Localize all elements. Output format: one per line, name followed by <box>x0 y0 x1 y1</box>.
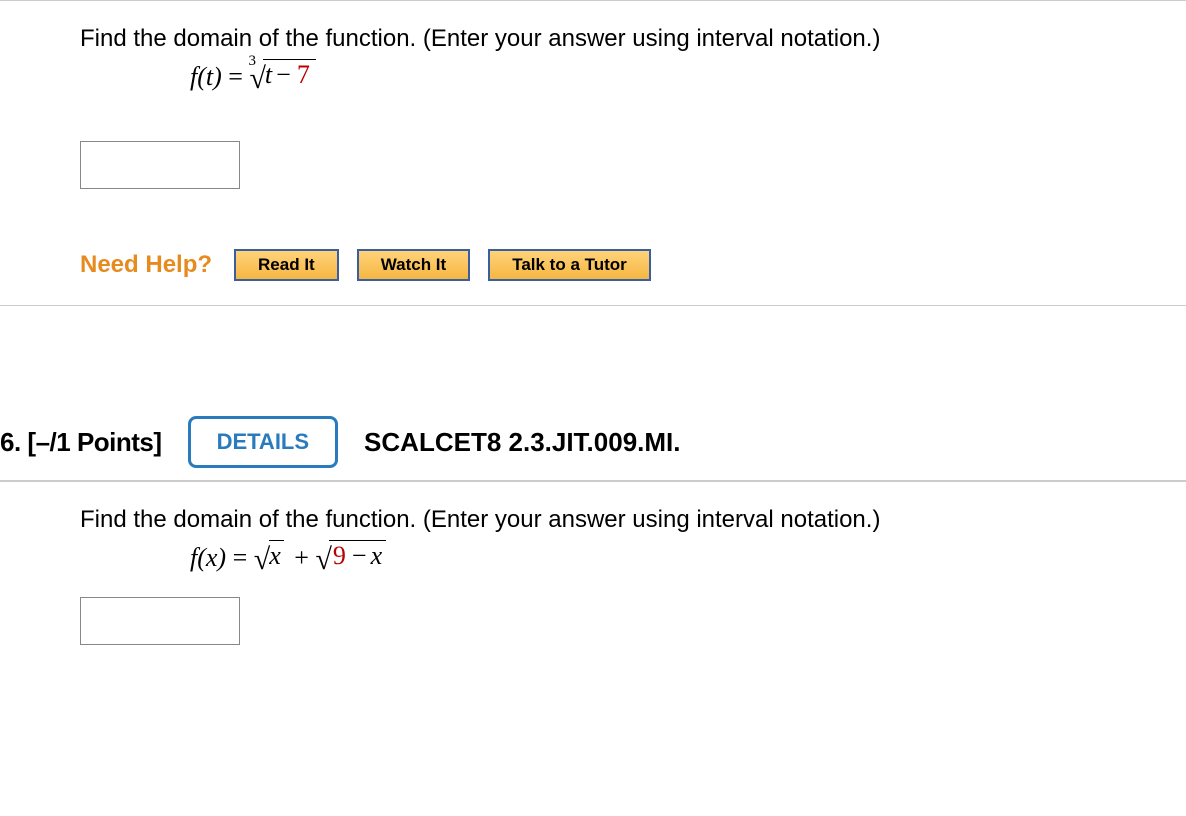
details-button[interactable]: DETAILS <box>188 416 338 468</box>
question-formula: f(t) = 3 √t−7 <box>190 59 1146 96</box>
need-help-label: Need Help? <box>80 251 212 279</box>
talk-to-tutor-button[interactable]: Talk to a Tutor <box>488 249 651 281</box>
question-number-points: 6. [–/1 Points] <box>0 427 162 458</box>
question-6-header: 6. [–/1 Points] DETAILS SCALCET8 2.3.JIT… <box>0 376 1186 481</box>
question-reference: SCALCET8 2.3.JIT.009.MI. <box>364 427 680 458</box>
read-it-button[interactable]: Read It <box>234 249 339 281</box>
question-6-body: Find the domain of the function. (Enter … <box>0 481 1186 675</box>
question-prompt: Find the domain of the function. (Enter … <box>80 506 1146 534</box>
question-prompt: Find the domain of the function. (Enter … <box>80 25 1146 53</box>
answer-input[interactable] <box>80 597 240 645</box>
question-5-body: Find the domain of the function. (Enter … <box>0 0 1186 306</box>
root-index: 3 <box>248 53 256 70</box>
answer-input[interactable] <box>80 141 240 189</box>
formula-lhs: f(x) <box>190 543 226 572</box>
help-row: Need Help? Read It Watch It Talk to a Tu… <box>80 249 1146 281</box>
question-formula: f(x) = √x + √9−x <box>190 540 1146 577</box>
watch-it-button[interactable]: Watch It <box>357 249 470 281</box>
formula-lhs: f(t) <box>190 62 222 91</box>
